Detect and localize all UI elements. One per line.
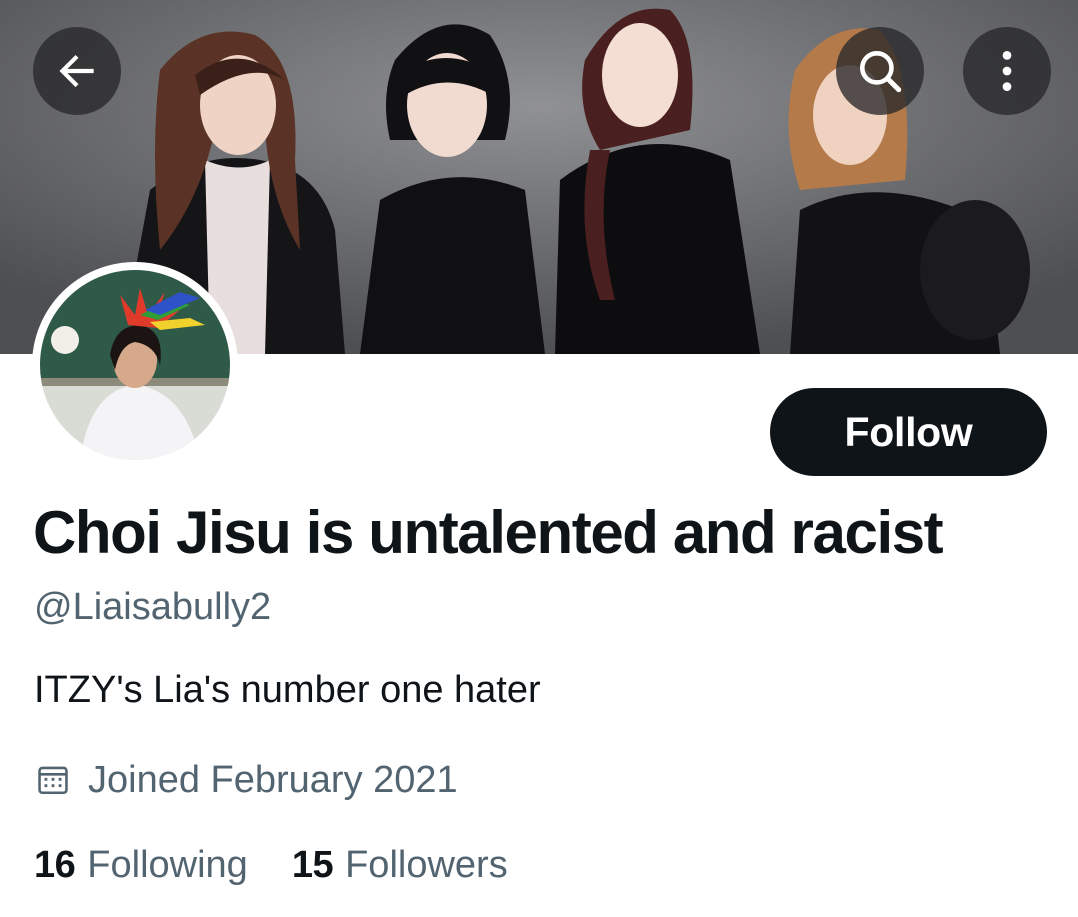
following-count: 16 [34, 843, 76, 886]
more-vertical-icon [1002, 51, 1012, 91]
joined-date: Joined February 2021 [36, 757, 458, 803]
display-name: Choi Jisu is untalented and racist [33, 499, 944, 566]
back-button[interactable] [33, 27, 121, 115]
search-icon [860, 51, 902, 93]
search-button[interactable] [836, 27, 924, 115]
followers-link[interactable]: 15 Followers [292, 844, 508, 887]
avatar[interactable] [32, 262, 238, 468]
followers-count: 15 [291, 843, 334, 886]
user-handle: @Liaisabully2 [34, 586, 272, 628]
more-options-button[interactable] [963, 27, 1051, 115]
follow-button[interactable]: Follow [770, 388, 1047, 476]
avatar-image [40, 270, 230, 460]
followers-label: Followers [345, 843, 508, 886]
following-link[interactable]: 16 Following [34, 844, 248, 887]
calendar-icon [38, 766, 68, 795]
following-label: Following [87, 843, 248, 886]
follow-stats: 16 Following 15 Followers [34, 841, 508, 889]
joined-date-text: Joined February 2021 [88, 758, 458, 801]
arrow-left-icon [59, 54, 94, 88]
profile-bio: ITZY's Lia's number one hater [34, 669, 541, 711]
